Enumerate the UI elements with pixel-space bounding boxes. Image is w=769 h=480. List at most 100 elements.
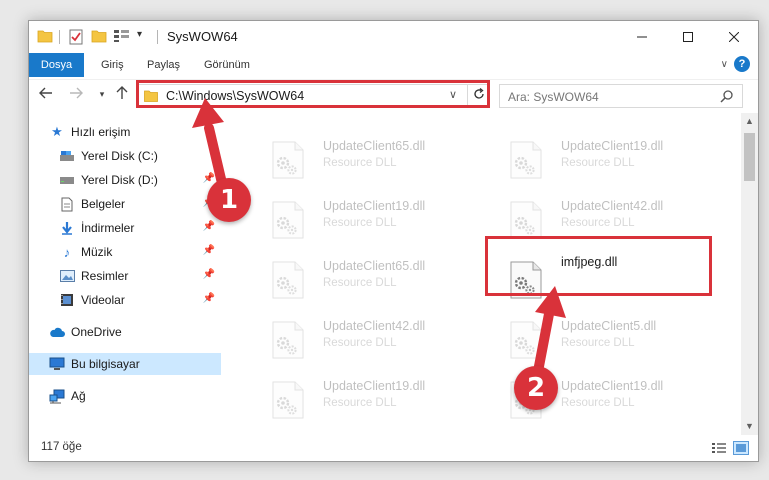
file-type: Resource DLL	[323, 277, 397, 289]
item-count: 117 öğe	[41, 441, 82, 453]
expand-ribbon-icon[interactable]: ∨	[721, 59, 728, 70]
sidebar-item-label: Belgeler	[81, 197, 126, 211]
sidebar-item-label: Resimler	[81, 269, 129, 283]
pin-icon: 📌	[202, 293, 215, 304]
help-button[interactable]: ?	[734, 56, 750, 72]
sidebar-item-pictures[interactable]: Resimler 📌	[29, 265, 221, 287]
close-icon	[729, 32, 739, 42]
file-type: Resource DLL	[561, 157, 635, 169]
pin-icon: 📌	[202, 245, 215, 256]
sidebar-item-onedrive[interactable]: OneDrive	[29, 321, 221, 343]
close-button[interactable]	[711, 21, 757, 53]
vertical-scrollbar[interactable]: ▲ ▼	[741, 113, 758, 435]
up-button[interactable]	[113, 86, 131, 105]
address-bar-highlight	[136, 80, 490, 108]
file-item[interactable]: UpdateClient42.dll Resource DLL	[251, 311, 481, 363]
sidebar-item-documents[interactable]: Belgeler 📌	[29, 193, 221, 215]
file-type: Resource DLL	[323, 157, 397, 169]
title-bar: ▾ SysWOW64	[29, 21, 758, 53]
arrow-right-icon	[70, 87, 83, 99]
pin-icon: 📌	[202, 269, 215, 280]
view-options-icon[interactable]	[113, 29, 131, 43]
computer-icon	[49, 356, 65, 372]
pin-icon: 📌	[202, 173, 215, 184]
star-icon: ★	[51, 124, 63, 139]
arrow-up-icon	[116, 86, 128, 99]
sidebar-item-local-disk-d[interactable]: Yerel Disk (D:) 📌	[29, 169, 221, 191]
tab-view[interactable]: Görünüm	[194, 53, 260, 77]
navigation-pane: ★ Hızlı erişim Yerel Disk (C:) Yerel Dis…	[29, 113, 221, 433]
sidebar-item-label: Bu bilgisayar	[71, 357, 140, 371]
sidebar-item-label: Yerel Disk (D:)	[81, 173, 158, 187]
sidebar-item-label: Ağ	[71, 389, 86, 403]
status-bar: 117 öğe	[29, 435, 758, 461]
cloud-icon	[49, 324, 65, 340]
file-name: UpdateClient65.dll	[323, 139, 426, 153]
dll-file-icon	[510, 321, 542, 359]
scroll-up-icon[interactable]: ▲	[741, 113, 758, 130]
drive-icon	[59, 172, 75, 188]
search-input[interactable]: Ara: SysWOW64	[499, 84, 743, 108]
tab-share[interactable]: Paylaş	[137, 53, 190, 77]
file-item[interactable]: UpdateClient19.dll Resource DLL	[489, 131, 719, 183]
sidebar-item-label: Hızlı erişim	[71, 125, 131, 139]
sidebar-item-label: Videolar	[81, 293, 125, 307]
step-2-badge: 2	[514, 366, 558, 410]
sidebar-item-downloads[interactable]: İndirmeler 📌	[29, 217, 221, 239]
file-type: Resource DLL	[323, 337, 397, 349]
sidebar-item-label: İndirmeler	[81, 221, 135, 235]
scroll-down-icon[interactable]: ▼	[741, 418, 758, 435]
file-type: Resource DLL	[561, 337, 635, 349]
title-separator	[157, 30, 158, 44]
scroll-thumb[interactable]	[744, 133, 755, 181]
sidebar-item-network[interactable]: Ağ	[29, 385, 221, 407]
dll-file-icon	[272, 381, 304, 419]
sidebar-item-music[interactable]: ♪ Müzik 📌	[29, 241, 221, 263]
sidebar-item-videos[interactable]: Videolar 📌	[29, 289, 221, 311]
document-icon	[59, 196, 75, 212]
file-name: UpdateClient42.dll	[561, 199, 664, 213]
tab-file[interactable]: Dosya	[29, 53, 84, 77]
sidebar-item-local-disk-c[interactable]: Yerel Disk (C:)	[29, 145, 221, 167]
large-icons-view-icon[interactable]	[733, 441, 749, 455]
search-icon	[720, 90, 733, 103]
back-button[interactable]	[37, 86, 55, 105]
network-icon	[49, 388, 65, 404]
step-1-badge: 1	[207, 178, 251, 222]
file-item[interactable]: UpdateClient19.dll Resource DLL	[251, 191, 481, 243]
dll-file-icon	[272, 201, 304, 239]
download-icon	[59, 220, 75, 236]
recent-locations-button[interactable]: ▾	[93, 89, 111, 100]
video-icon	[59, 292, 75, 308]
file-item[interactable]: UpdateClient19.dll Resource DLL	[251, 371, 481, 423]
file-name: UpdateClient19.dll	[561, 379, 664, 393]
drive-icon	[59, 148, 75, 164]
customize-toolbar-icon[interactable]: ▾	[137, 29, 142, 40]
sidebar-item-label: Yerel Disk (C:)	[81, 149, 158, 163]
minimize-button[interactable]	[619, 21, 665, 53]
tab-home[interactable]: Giriş	[91, 53, 134, 77]
sidebar-item-label: OneDrive	[71, 325, 122, 339]
ribbon-tabs: Dosya Giriş Paylaş Görünüm ∨ ?	[29, 53, 758, 79]
new-folder-icon[interactable]	[91, 29, 107, 43]
arrow-left-icon	[39, 87, 52, 99]
file-item[interactable]: UpdateClient65.dll Resource DLL	[251, 251, 481, 303]
file-item[interactable]: UpdateClient65.dll Resource DLL	[251, 131, 481, 183]
dll-file-icon	[272, 321, 304, 359]
file-name: UpdateClient5.dll	[561, 319, 657, 333]
details-view-icon[interactable]	[711, 441, 727, 455]
properties-icon[interactable]	[69, 29, 83, 45]
folder-icon[interactable]	[37, 29, 53, 43]
qa-separator	[59, 30, 60, 44]
sidebar-item-this-pc[interactable]: Bu bilgisayar	[29, 353, 221, 375]
file-type: Resource DLL	[323, 217, 397, 229]
maximize-button[interactable]	[665, 21, 711, 53]
minimize-icon	[637, 36, 647, 38]
file-name: UpdateClient19.dll	[561, 139, 664, 153]
dll-file-icon	[510, 141, 542, 179]
music-icon: ♪	[63, 244, 71, 260]
file-name: UpdateClient19.dll	[323, 199, 426, 213]
sidebar-item-quick-access[interactable]: ★ Hızlı erişim	[29, 121, 221, 143]
forward-button[interactable]	[67, 86, 85, 105]
file-item[interactable]: UpdateClient5.dll Resource DLL	[489, 311, 719, 363]
